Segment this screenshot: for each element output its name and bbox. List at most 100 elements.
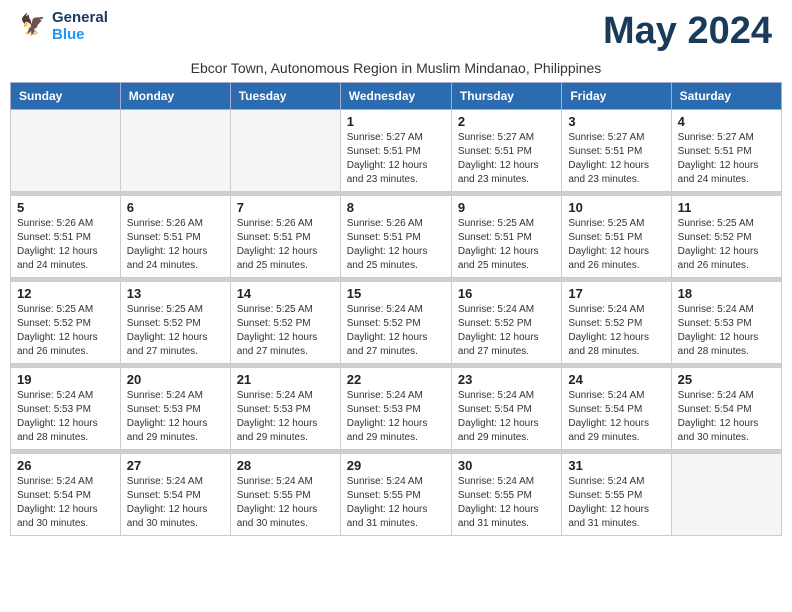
table-row: 1 Sunrise: 5:27 AMSunset: 5:51 PMDayligh… [340,110,451,192]
header-saturday: Saturday [671,83,781,110]
day-info: Sunrise: 5:24 AMSunset: 5:53 PMDaylight:… [127,389,224,445]
day-info: Sunrise: 5:24 AMSunset: 5:52 PMDaylight:… [568,303,664,359]
day-info: Sunrise: 5:25 AMSunset: 5:52 PMDaylight:… [127,303,224,359]
table-row: 7 Sunrise: 5:26 AMSunset: 5:51 PMDayligh… [230,196,340,278]
day-info: Sunrise: 5:26 AMSunset: 5:51 PMDaylight:… [237,217,334,273]
table-row: 26 Sunrise: 5:24 AMSunset: 5:54 PMDaylig… [11,454,121,536]
day-number: 14 [237,286,334,301]
table-row: 17 Sunrise: 5:24 AMSunset: 5:52 PMDaylig… [562,282,671,364]
table-row: 25 Sunrise: 5:24 AMSunset: 5:54 PMDaylig… [671,368,781,450]
day-info: Sunrise: 5:24 AMSunset: 5:54 PMDaylight:… [568,389,664,445]
day-number: 13 [127,286,224,301]
day-info: Sunrise: 5:25 AMSunset: 5:52 PMDaylight:… [237,303,334,359]
day-number: 12 [17,286,114,301]
table-row: 20 Sunrise: 5:24 AMSunset: 5:53 PMDaylig… [120,368,230,450]
calendar-week-5: 26 Sunrise: 5:24 AMSunset: 5:54 PMDaylig… [11,454,782,536]
day-number: 17 [568,286,664,301]
day-number: 9 [458,200,555,215]
day-number: 18 [678,286,775,301]
table-row: 16 Sunrise: 5:24 AMSunset: 5:52 PMDaylig… [451,282,561,364]
table-row: 6 Sunrise: 5:26 AMSunset: 5:51 PMDayligh… [120,196,230,278]
day-info: Sunrise: 5:24 AMSunset: 5:55 PMDaylight:… [237,475,334,531]
day-info: Sunrise: 5:24 AMSunset: 5:55 PMDaylight:… [568,475,664,531]
day-number: 15 [347,286,445,301]
day-info: Sunrise: 5:27 AMSunset: 5:51 PMDaylight:… [458,131,555,187]
table-row: 30 Sunrise: 5:24 AMSunset: 5:55 PMDaylig… [451,454,561,536]
location-subtitle: Ebcor Town, Autonomous Region in Muslim … [0,58,792,82]
day-info: Sunrise: 5:27 AMSunset: 5:51 PMDaylight:… [678,131,775,187]
day-number: 3 [568,114,664,129]
table-row: 9 Sunrise: 5:25 AMSunset: 5:51 PMDayligh… [451,196,561,278]
day-info: Sunrise: 5:24 AMSunset: 5:53 PMDaylight:… [678,303,775,359]
day-number: 19 [17,372,114,387]
calendar-week-1: 1 Sunrise: 5:27 AMSunset: 5:51 PMDayligh… [11,110,782,192]
day-info: Sunrise: 5:24 AMSunset: 5:55 PMDaylight:… [347,475,445,531]
day-number: 4 [678,114,775,129]
table-row: 19 Sunrise: 5:24 AMSunset: 5:53 PMDaylig… [11,368,121,450]
day-info: Sunrise: 5:25 AMSunset: 5:51 PMDaylight:… [568,217,664,273]
table-row: 4 Sunrise: 5:27 AMSunset: 5:51 PMDayligh… [671,110,781,192]
day-number: 7 [237,200,334,215]
page-header: 🦅 General Blue May 2024 [0,0,792,58]
month-title: May 2024 [603,10,772,53]
day-info: Sunrise: 5:24 AMSunset: 5:53 PMDaylight:… [17,389,114,445]
table-row: 12 Sunrise: 5:25 AMSunset: 5:52 PMDaylig… [11,282,121,364]
table-row: 23 Sunrise: 5:24 AMSunset: 5:54 PMDaylig… [451,368,561,450]
day-info: Sunrise: 5:24 AMSunset: 5:54 PMDaylight:… [458,389,555,445]
day-info: Sunrise: 5:26 AMSunset: 5:51 PMDaylight:… [347,217,445,273]
day-number: 31 [568,458,664,473]
svg-text:🦅: 🦅 [20,13,46,37]
day-number: 24 [568,372,664,387]
table-row: 22 Sunrise: 5:24 AMSunset: 5:53 PMDaylig… [340,368,451,450]
day-number: 23 [458,372,555,387]
day-info: Sunrise: 5:25 AMSunset: 5:52 PMDaylight:… [678,217,775,273]
table-row: 29 Sunrise: 5:24 AMSunset: 5:55 PMDaylig… [340,454,451,536]
calendar-week-2: 5 Sunrise: 5:26 AMSunset: 5:51 PMDayligh… [11,196,782,278]
day-number: 25 [678,372,775,387]
header-friday: Friday [562,83,671,110]
logo-blue: Blue [52,26,85,43]
day-number: 5 [17,200,114,215]
table-row: 11 Sunrise: 5:25 AMSunset: 5:52 PMDaylig… [671,196,781,278]
day-number: 10 [568,200,664,215]
table-row: 27 Sunrise: 5:24 AMSunset: 5:54 PMDaylig… [120,454,230,536]
day-info: Sunrise: 5:27 AMSunset: 5:51 PMDaylight:… [568,131,664,187]
table-row [230,110,340,192]
table-row: 2 Sunrise: 5:27 AMSunset: 5:51 PMDayligh… [451,110,561,192]
day-info: Sunrise: 5:24 AMSunset: 5:53 PMDaylight:… [347,389,445,445]
day-info: Sunrise: 5:24 AMSunset: 5:52 PMDaylight:… [347,303,445,359]
table-row [120,110,230,192]
day-info: Sunrise: 5:25 AMSunset: 5:52 PMDaylight:… [17,303,114,359]
day-info: Sunrise: 5:24 AMSunset: 5:54 PMDaylight:… [127,475,224,531]
header-wednesday: Wednesday [340,83,451,110]
logo-general: General [52,9,108,26]
day-info: Sunrise: 5:24 AMSunset: 5:54 PMDaylight:… [678,389,775,445]
table-row: 10 Sunrise: 5:25 AMSunset: 5:51 PMDaylig… [562,196,671,278]
table-row: 13 Sunrise: 5:25 AMSunset: 5:52 PMDaylig… [120,282,230,364]
day-number: 21 [237,372,334,387]
day-number: 20 [127,372,224,387]
day-number: 1 [347,114,445,129]
day-info: Sunrise: 5:24 AMSunset: 5:54 PMDaylight:… [17,475,114,531]
day-number: 29 [347,458,445,473]
day-number: 16 [458,286,555,301]
day-number: 8 [347,200,445,215]
day-number: 11 [678,200,775,215]
day-number: 22 [347,372,445,387]
day-number: 6 [127,200,224,215]
table-row: 24 Sunrise: 5:24 AMSunset: 5:54 PMDaylig… [562,368,671,450]
day-info: Sunrise: 5:26 AMSunset: 5:51 PMDaylight:… [127,217,224,273]
table-row: 8 Sunrise: 5:26 AMSunset: 5:51 PMDayligh… [340,196,451,278]
day-info: Sunrise: 5:24 AMSunset: 5:55 PMDaylight:… [458,475,555,531]
header-sunday: Sunday [11,83,121,110]
table-row: 28 Sunrise: 5:24 AMSunset: 5:55 PMDaylig… [230,454,340,536]
header-tuesday: Tuesday [230,83,340,110]
calendar-week-4: 19 Sunrise: 5:24 AMSunset: 5:53 PMDaylig… [11,368,782,450]
table-row [11,110,121,192]
day-number: 26 [17,458,114,473]
table-row: 3 Sunrise: 5:27 AMSunset: 5:51 PMDayligh… [562,110,671,192]
table-row [671,454,781,536]
day-number: 2 [458,114,555,129]
day-info: Sunrise: 5:24 AMSunset: 5:52 PMDaylight:… [458,303,555,359]
calendar-week-3: 12 Sunrise: 5:25 AMSunset: 5:52 PMDaylig… [11,282,782,364]
